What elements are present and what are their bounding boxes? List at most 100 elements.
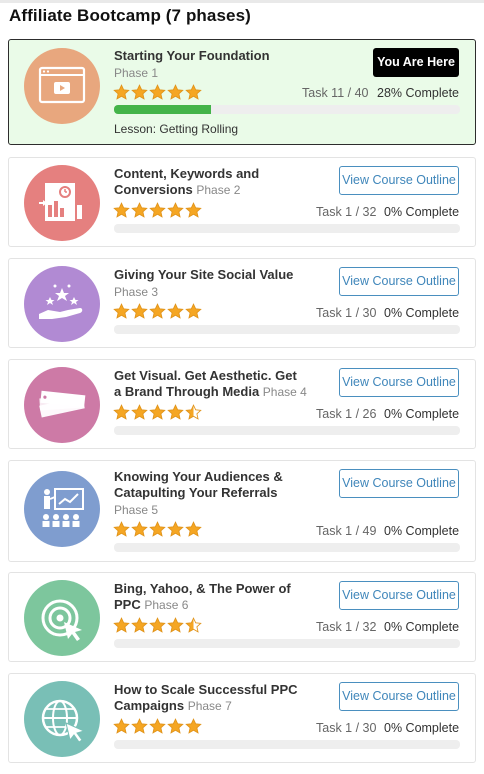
star-full-icon [131, 404, 148, 420]
star-full-icon [149, 303, 166, 319]
star-full-icon [131, 617, 148, 633]
phase-title: How to Scale Successful PPC Campaigns Ph… [114, 682, 298, 714]
rating-stars [113, 404, 202, 421]
progress-bar [114, 325, 460, 334]
percent-complete: 0% Complete [384, 620, 460, 634]
task-counter: Task 1 / 32 [316, 620, 377, 634]
phase-card-3[interactable]: Giving Your Site Social Value Phase 3 Ta… [8, 258, 476, 348]
phase-card-7[interactable]: How to Scale Successful PPC Campaigns Ph… [8, 673, 476, 763]
star-full-icon [113, 303, 130, 319]
task-counter: Task 1 / 30 [316, 721, 377, 735]
phase-title: Bing, Yahoo, & The Power of PPC Phase 6 [114, 581, 291, 613]
rating-stars [113, 84, 202, 101]
rating-stars [113, 521, 202, 538]
page-title: Affiliate Bootcamp (7 phases) [9, 6, 251, 25]
phase-title-line2: Catapulting Your Referrals [114, 485, 278, 500]
view-course-outline-button[interactable]: View Course Outline [339, 469, 459, 498]
star-full-icon [113, 202, 130, 218]
rating-stars [113, 303, 202, 320]
star-full-icon [167, 303, 184, 319]
phase-title-line1: Bing, Yahoo, & The Power of [114, 581, 291, 596]
task-counter: Task 1 / 30 [316, 306, 377, 320]
current-lesson: Lesson: Getting Rolling [114, 122, 239, 136]
star-full-icon [167, 202, 184, 218]
task-counter: Task 1 / 49 [316, 524, 377, 538]
star-full-icon [185, 84, 202, 100]
progress-bar [114, 105, 460, 114]
color-swatches-icon [24, 367, 100, 443]
percent-complete: 0% Complete [384, 407, 460, 421]
phase-label: Phase 6 [144, 598, 189, 612]
phase-label: Phase 2 [196, 183, 241, 197]
phase-title: Giving Your Site Social Value [114, 267, 294, 282]
star-full-icon [149, 617, 166, 633]
phase-label: Phase 4 [262, 385, 307, 399]
star-full-icon [113, 718, 130, 734]
star-full-icon [167, 617, 184, 633]
star-full-icon [131, 84, 148, 100]
phase-label: Phase 1 [114, 66, 159, 80]
view-course-outline-button[interactable]: View Course Outline [339, 267, 459, 296]
top-divider [0, 0, 484, 3]
view-course-outline-button[interactable]: View Course Outline [339, 581, 459, 610]
target-cursor-icon [24, 580, 100, 656]
star-full-icon [131, 202, 148, 218]
star-full-icon [113, 617, 130, 633]
phase-label: Phase 3 [114, 285, 159, 299]
phase-card-6[interactable]: Bing, Yahoo, & The Power of PPC Phase 6 … [8, 572, 476, 662]
rating-stars [113, 202, 202, 219]
phase-card-4[interactable]: Get Visual. Get Aesthetic. Get a Brand T… [8, 359, 476, 449]
star-full-icon [149, 202, 166, 218]
task-counter: Task 11 / 40 [302, 86, 369, 100]
star-full-icon [131, 303, 148, 319]
phase-title-line1: Content, Keywords and [114, 166, 260, 181]
phase-title: Knowing Your Audiences & Catapulting You… [114, 469, 283, 501]
star-full-icon [167, 84, 184, 100]
phase-title-line1: How to Scale Successful PPC [114, 682, 298, 697]
task-counter: Task 1 / 32 [316, 205, 377, 219]
star-full-icon [185, 202, 202, 218]
star-full-icon [149, 84, 166, 100]
star-half-icon [185, 617, 202, 633]
phase-card-5[interactable]: Knowing Your Audiences & Catapulting You… [8, 460, 476, 562]
progress-bar [114, 740, 460, 749]
phase-card-2[interactable]: Content, Keywords and Conversions Phase … [8, 157, 476, 247]
analytics-document-icon [24, 165, 100, 241]
phase-title: Content, Keywords and Conversions Phase … [114, 166, 259, 198]
star-full-icon [167, 404, 184, 420]
hand-stars-icon [24, 266, 100, 342]
progress-bar [114, 224, 460, 233]
phase-title: Starting Your Foundation [114, 48, 270, 63]
star-full-icon [113, 404, 130, 420]
presentation-audience-icon [24, 471, 100, 547]
phase-title-line2: PPC [114, 597, 141, 612]
video-player-icon [24, 48, 100, 124]
view-course-outline-button[interactable]: View Course Outline [339, 682, 459, 711]
star-full-icon [149, 521, 166, 537]
star-full-icon [149, 404, 166, 420]
star-full-icon [149, 718, 166, 734]
phase-title-line2: Campaigns [114, 698, 185, 713]
phase-title-line2: Conversions [114, 182, 193, 197]
percent-complete: 0% Complete [384, 205, 460, 219]
phase-label: Phase 5 [114, 503, 159, 517]
star-full-icon [167, 718, 184, 734]
percent-complete: 0% Complete [384, 721, 460, 735]
view-course-outline-button[interactable]: View Course Outline [339, 368, 459, 397]
progress-bar [114, 543, 460, 552]
rating-stars [113, 617, 202, 634]
star-full-icon [185, 303, 202, 319]
phase-title-line1: Get Visual. Get Aesthetic. Get [114, 368, 297, 383]
phase-title: Get Visual. Get Aesthetic. Get a Brand T… [114, 368, 307, 400]
task-counter: Task 1 / 26 [316, 407, 377, 421]
phase-card-1[interactable]: Starting Your Foundation Phase 1 Task 11… [8, 39, 476, 145]
phase-title-line1: Knowing Your Audiences & [114, 469, 283, 484]
percent-complete: 28% Complete [377, 86, 459, 100]
star-full-icon [131, 521, 148, 537]
percent-complete: 0% Complete [384, 524, 460, 538]
star-full-icon [185, 718, 202, 734]
you-are-here-badge: You Are Here [373, 48, 459, 77]
star-full-icon [113, 521, 130, 537]
phase-label: Phase 7 [187, 699, 232, 713]
view-course-outline-button[interactable]: View Course Outline [339, 166, 459, 195]
